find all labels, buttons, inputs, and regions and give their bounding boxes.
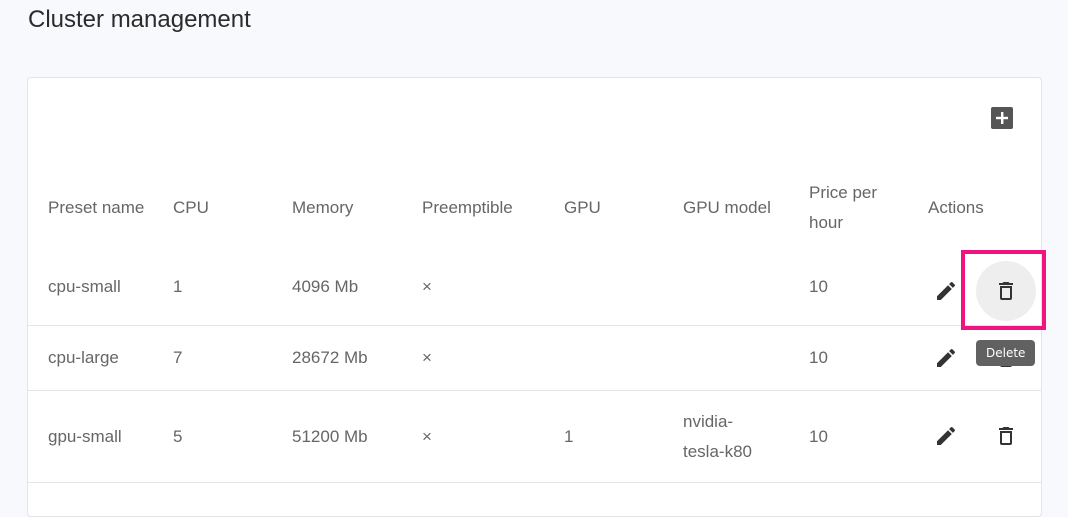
cell-gpu-model [683,248,793,325]
table-row: cpu-large 7 28672 Mb × 10 [28,326,1041,391]
edit-button[interactable] [931,343,961,373]
trash-icon [999,427,1013,445]
header-actions: Actions [928,198,984,217]
trash-icon [999,282,1013,300]
cell-gpu [564,248,664,325]
header-gpu-model: GPU model [683,198,771,217]
cell-cpu: 1 [173,276,183,296]
pencil-icon [937,426,956,445]
cell-gpu [564,326,664,390]
cell-preset-name: cpu-small [48,276,121,296]
table-row: gpu-small 5 51200 Mb × 1 nvidia-tesla-k8… [28,391,1041,483]
table-header: Preset name CPU Memory Preemptible GPU G… [28,178,1041,238]
header-gpu: GPU [564,198,601,217]
cell-price-per-hour: 10 [809,348,828,367]
cell-price-per-hour: 10 [809,276,828,296]
header-preset-name: Preset name [48,198,145,217]
cell-memory: 28672 Mb [292,348,368,367]
edit-button[interactable] [931,421,961,451]
pencil-icon [937,281,956,300]
cell-gpu-model [683,326,793,390]
cell-cpu: 5 [173,426,183,446]
cell-price-per-hour: 10 [809,426,828,446]
cell-gpu: 1 [564,426,574,446]
add-preset-button[interactable] [991,107,1013,129]
delete-tooltip: Delete [976,340,1036,366]
cell-preemptible: × [422,426,432,446]
header-cpu: CPU [173,198,209,217]
pencil-icon [937,348,956,367]
cell-memory: 51200 Mb [292,426,368,446]
cell-preset-name: cpu-large [48,348,119,367]
delete-button[interactable] [991,421,1021,451]
header-price-per-hour: Price per hour [809,183,878,232]
presets-card: Preset name CPU Memory Preemptible GPU G… [27,77,1042,517]
cell-memory: 4096 Mb [292,276,359,296]
delete-button[interactable] [991,276,1021,306]
cell-cpu: 7 [173,348,183,367]
header-preemptible: Preemptible [422,198,513,217]
cell-preemptible: × [422,276,432,296]
header-memory: Memory [292,198,354,217]
cell-gpu-model: nvidia-tesla-k80 [683,411,752,461]
edit-button[interactable] [931,276,961,306]
cell-preemptible: × [422,348,432,367]
cell-preset-name: gpu-small [48,426,122,446]
page-title: Cluster management [28,6,251,33]
add-box-icon [996,112,1008,124]
table-row: cpu-small 1 4096 Mb × 10 [28,248,1041,326]
